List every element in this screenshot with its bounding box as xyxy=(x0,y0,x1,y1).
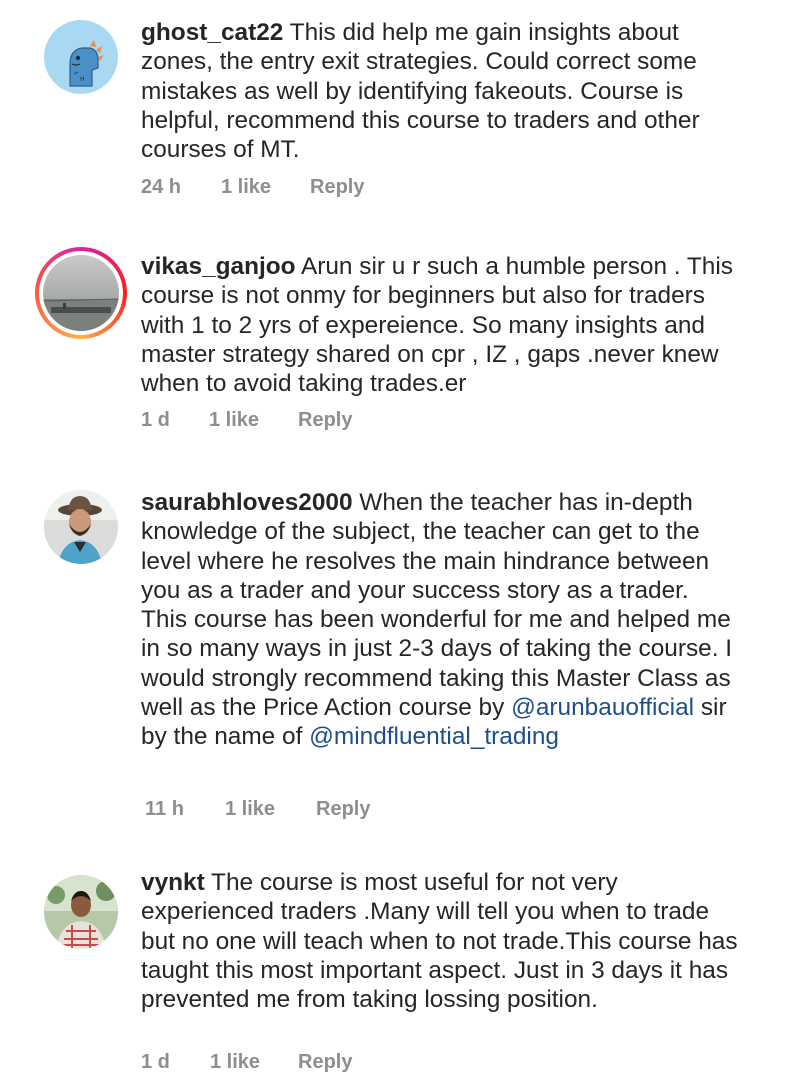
comment-username[interactable]: saurabhloves2000 xyxy=(141,489,353,516)
comment-likes[interactable]: 1 like xyxy=(210,1049,260,1075)
comment-likes[interactable]: 1 like xyxy=(225,796,275,822)
comment-text: vikas_ganjoo Arun sir u r such a humble … xyxy=(141,252,741,398)
story-ring[interactable] xyxy=(35,247,127,339)
comment-time: 11 h xyxy=(145,798,184,820)
comment-likes[interactable]: 1 like xyxy=(221,174,271,200)
comment-time: 1 d xyxy=(141,409,170,431)
comment-text: saurabhloves2000 When the teacher has in… xyxy=(141,488,741,752)
comment-username[interactable]: vynkt xyxy=(141,869,205,896)
comment-likes[interactable]: 1 like xyxy=(209,407,259,433)
comment-item: vynkt The course is most useful for not … xyxy=(0,855,795,1080)
svg-text:H: H xyxy=(80,76,85,83)
comment-body: The course is most useful for not very e… xyxy=(141,869,738,1014)
comment-item: vikas_ganjoo Arun sir u r such a humble … xyxy=(0,230,795,450)
comment-item: H ghost_cat22 This did help me gain insi… xyxy=(0,0,795,210)
sea-photo-avatar-icon xyxy=(43,255,119,331)
comment-body: When the teacher has in-depth knowledge … xyxy=(141,489,733,722)
reply-button[interactable]: Reply xyxy=(310,174,364,200)
reply-button[interactable]: Reply xyxy=(298,407,352,433)
comment-username[interactable]: ghost_cat22 xyxy=(141,19,283,46)
man-outdoor-avatar-icon[interactable] xyxy=(44,875,118,949)
comment-time: 1 d xyxy=(141,1051,170,1073)
comment-item: saurabhloves2000 When the teacher has in… xyxy=(0,470,795,850)
comment-text: vynkt The course is most useful for not … xyxy=(141,868,741,1014)
comment-time: 24 h xyxy=(141,176,182,198)
mention-link[interactable]: @mindfluential_trading xyxy=(309,723,559,750)
man-hat-avatar-icon[interactable] xyxy=(44,490,118,564)
reply-button[interactable]: Reply xyxy=(298,1049,352,1075)
reply-button[interactable]: Reply xyxy=(316,796,370,822)
comment-username[interactable]: vikas_ganjoo xyxy=(141,253,296,280)
comment-text: ghost_cat22 This did help me gain insigh… xyxy=(141,18,741,164)
mention-link[interactable]: @arunbauofficial xyxy=(511,694,694,721)
dinosaur-avatar-icon[interactable]: H xyxy=(44,20,118,94)
